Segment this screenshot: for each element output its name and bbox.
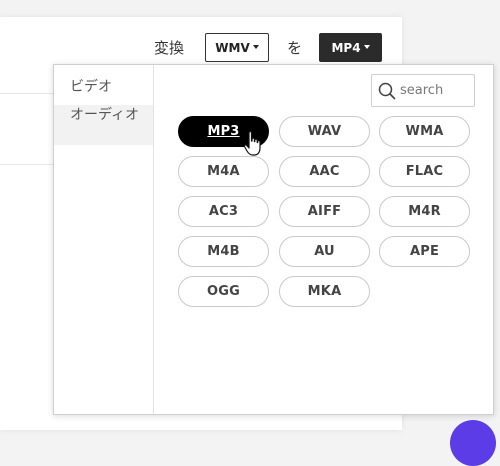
caret-down-icon [252, 45, 259, 49]
target-format-value: MP4 [331, 40, 361, 55]
format-option-ogg[interactable]: OGG [178, 276, 269, 307]
format-search[interactable] [371, 74, 475, 107]
format-option-aac[interactable]: AAC [279, 156, 370, 187]
divider [0, 164, 60, 165]
format-dropdown: ビデオ オーディオ MP3 WAV WMA M4A AAC FLAC AC3 A… [53, 64, 494, 415]
target-format-select[interactable]: MP4 [319, 33, 382, 62]
format-option-aiff[interactable]: AIFF [279, 196, 370, 227]
caret-down-icon [363, 45, 370, 49]
format-option-m4a[interactable]: M4A [178, 156, 269, 187]
floating-action-button[interactable] [450, 420, 496, 466]
category-audio[interactable]: オーディオ [54, 105, 153, 145]
format-option-flac[interactable]: FLAC [379, 156, 470, 187]
format-option-wav[interactable]: WAV [279, 116, 370, 147]
format-option-ape[interactable]: APE [379, 236, 470, 267]
format-option-mka[interactable]: MKA [279, 276, 370, 307]
hand-pointer-icon [243, 131, 261, 156]
search-input[interactable] [400, 83, 474, 98]
convert-label: 変換 [154, 39, 185, 57]
source-format-select[interactable]: WMV [205, 33, 269, 62]
source-format-value: WMV [215, 40, 250, 55]
format-option-au[interactable]: AU [279, 236, 370, 267]
search-icon [378, 82, 396, 99]
format-option-ac3[interactable]: AC3 [178, 196, 269, 227]
category-list: ビデオ オーディオ [54, 65, 154, 414]
category-video[interactable]: ビデオ [54, 77, 153, 101]
format-option-m4r[interactable]: M4R [379, 196, 470, 227]
format-option-wma[interactable]: WMA [379, 116, 470, 147]
to-label: を [287, 39, 303, 57]
format-option-m4b[interactable]: M4B [178, 236, 269, 267]
